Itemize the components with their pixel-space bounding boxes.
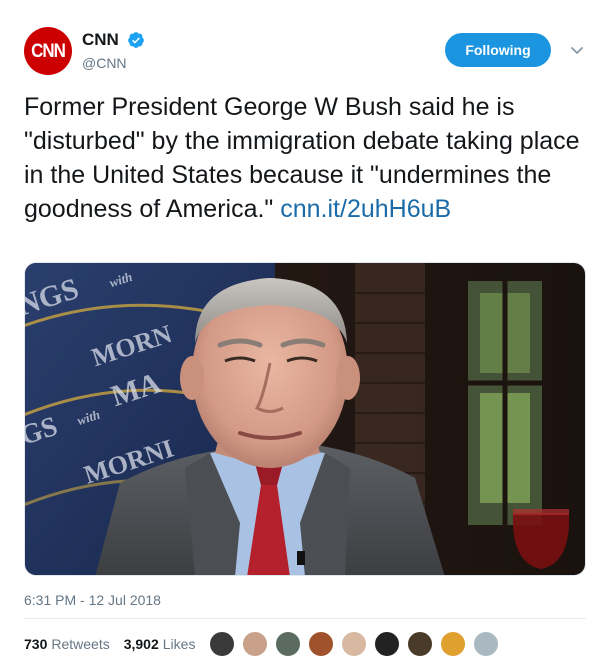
liker-avatar-6[interactable] [373, 630, 401, 658]
display-name[interactable]: CNN [82, 30, 119, 50]
liker-avatar-9[interactable] [472, 630, 500, 658]
liker-avatar-7[interactable] [406, 630, 434, 658]
liker-avatar-4[interactable] [307, 630, 335, 658]
photo-illustration: NGS with MORN GS with MA MORNI [25, 263, 585, 575]
retweets-label: Retweets [51, 636, 110, 652]
chevron-down-icon[interactable] [569, 42, 585, 58]
avatar-logo-text: CNN [31, 39, 66, 62]
liker-avatars [208, 630, 505, 658]
tweet-card: CNN CNN @CNN Following Former President … [0, 0, 610, 670]
following-button[interactable]: Following [445, 33, 551, 67]
user-handle[interactable]: @CNN [82, 55, 145, 71]
retweets-count: 730 [24, 636, 48, 652]
likes-label: Likes [162, 636, 196, 652]
liker-avatar-1[interactable] [208, 630, 236, 658]
verified-badge-icon [128, 32, 145, 48]
liker-avatar-5[interactable] [340, 630, 368, 658]
author-block[interactable]: CNN @CNN [82, 30, 145, 71]
tweet-header: CNN CNN @CNN Following [24, 24, 586, 80]
liker-avatar-3[interactable] [274, 630, 302, 658]
likes-count: 3,902 [123, 636, 159, 652]
tweet-text: Former President George W Bush said he i… [24, 90, 590, 226]
tweet-link[interactable]: cnn.it/2uhH6uB [280, 195, 451, 223]
tweet-timestamp[interactable]: 6:31 PM - 12 Jul 2018 [24, 592, 161, 608]
retweets-stat[interactable]: 730 Retweets [24, 636, 110, 652]
liker-avatar-2[interactable] [241, 630, 269, 658]
likes-stat[interactable]: 3,902 Likes [124, 636, 196, 652]
tweet-stats: 730 Retweets 3,902 Likes [24, 636, 209, 652]
liker-avatar-8[interactable] [439, 630, 467, 658]
divider [24, 618, 586, 619]
cnn-avatar[interactable]: CNN [24, 27, 72, 75]
tweet-photo[interactable]: NGS with MORN GS with MA MORNI [24, 262, 586, 576]
